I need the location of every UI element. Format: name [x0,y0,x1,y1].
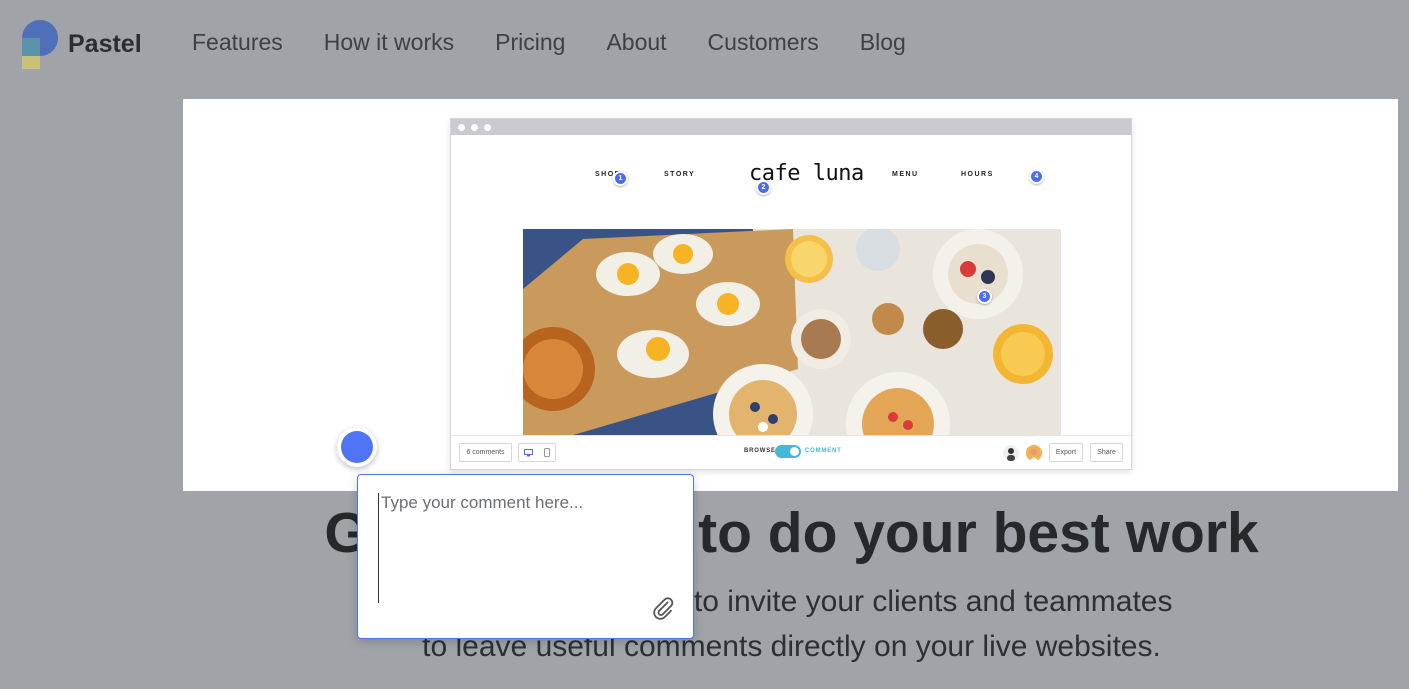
food-photo [523,229,1061,438]
browser-title-bar [451,119,1131,135]
browse-mode-label[interactable]: BROWSE [744,448,776,454]
site-nav-menu[interactable]: MENU [892,171,919,178]
mobile-icon[interactable] [543,448,550,457]
device-switcher [518,443,556,462]
nav-item-customers[interactable]: Customers [708,29,819,56]
nav-item-blog[interactable]: Blog [860,29,906,56]
hero-subtitle-line2: to leave useful comments directly on you… [422,630,1161,663]
comment-pin-2[interactable]: 2 [756,180,771,195]
window-dot-icon [458,123,465,131]
comment-mode-label[interactable]: COMMENT [805,448,842,454]
comment-pin-4[interactable]: 4 [1029,169,1044,184]
nav-item-about[interactable]: About [606,29,666,56]
paperclip-icon[interactable] [651,596,675,620]
site-nav-hours[interactable]: HOURS [961,171,994,178]
avatar [1026,445,1042,461]
nav-item-how-it-works[interactable]: How it works [324,29,454,56]
demo-browser-window: SHOP STORY MENU HOURS cafe luna 1 2 4 3 … [450,118,1132,470]
browse-comment-toggle[interactable] [775,445,801,458]
comment-popup [357,474,694,639]
nav-item-features[interactable]: Features [192,29,283,56]
nav-item-pricing[interactable]: Pricing [495,29,565,56]
pastel-logo-icon[interactable] [22,20,62,70]
user-avatar-icon [1007,448,1015,461]
comments-count-button[interactable]: 6 comments [459,443,512,462]
comment-pin-3[interactable]: 3 [977,289,992,304]
comment-input[interactable] [378,493,673,603]
hero-title: Get feedback to do your best work [324,501,1259,565]
export-button[interactable]: Export [1049,443,1083,462]
window-dot-icon [484,123,491,131]
user-avatar-icon [1030,448,1038,461]
pastel-toolbar: 6 comments BROWSE COMMENT Export Share [451,435,1131,469]
comment-pin-1[interactable]: 1 [613,171,628,186]
avatar [1003,445,1019,461]
site-nav-story[interactable]: STORY [664,171,695,178]
comment-pin-new[interactable] [337,427,377,467]
share-button[interactable]: Share [1090,443,1123,462]
main-nav: Features How it works Pricing About Cust… [192,29,947,56]
hero-subtitle-line1: Pastel makes it easy to invite your clie… [410,585,1173,618]
window-dot-icon [471,123,478,131]
brand-name[interactable]: Pastel [68,30,142,59]
desktop-icon[interactable] [524,448,534,457]
